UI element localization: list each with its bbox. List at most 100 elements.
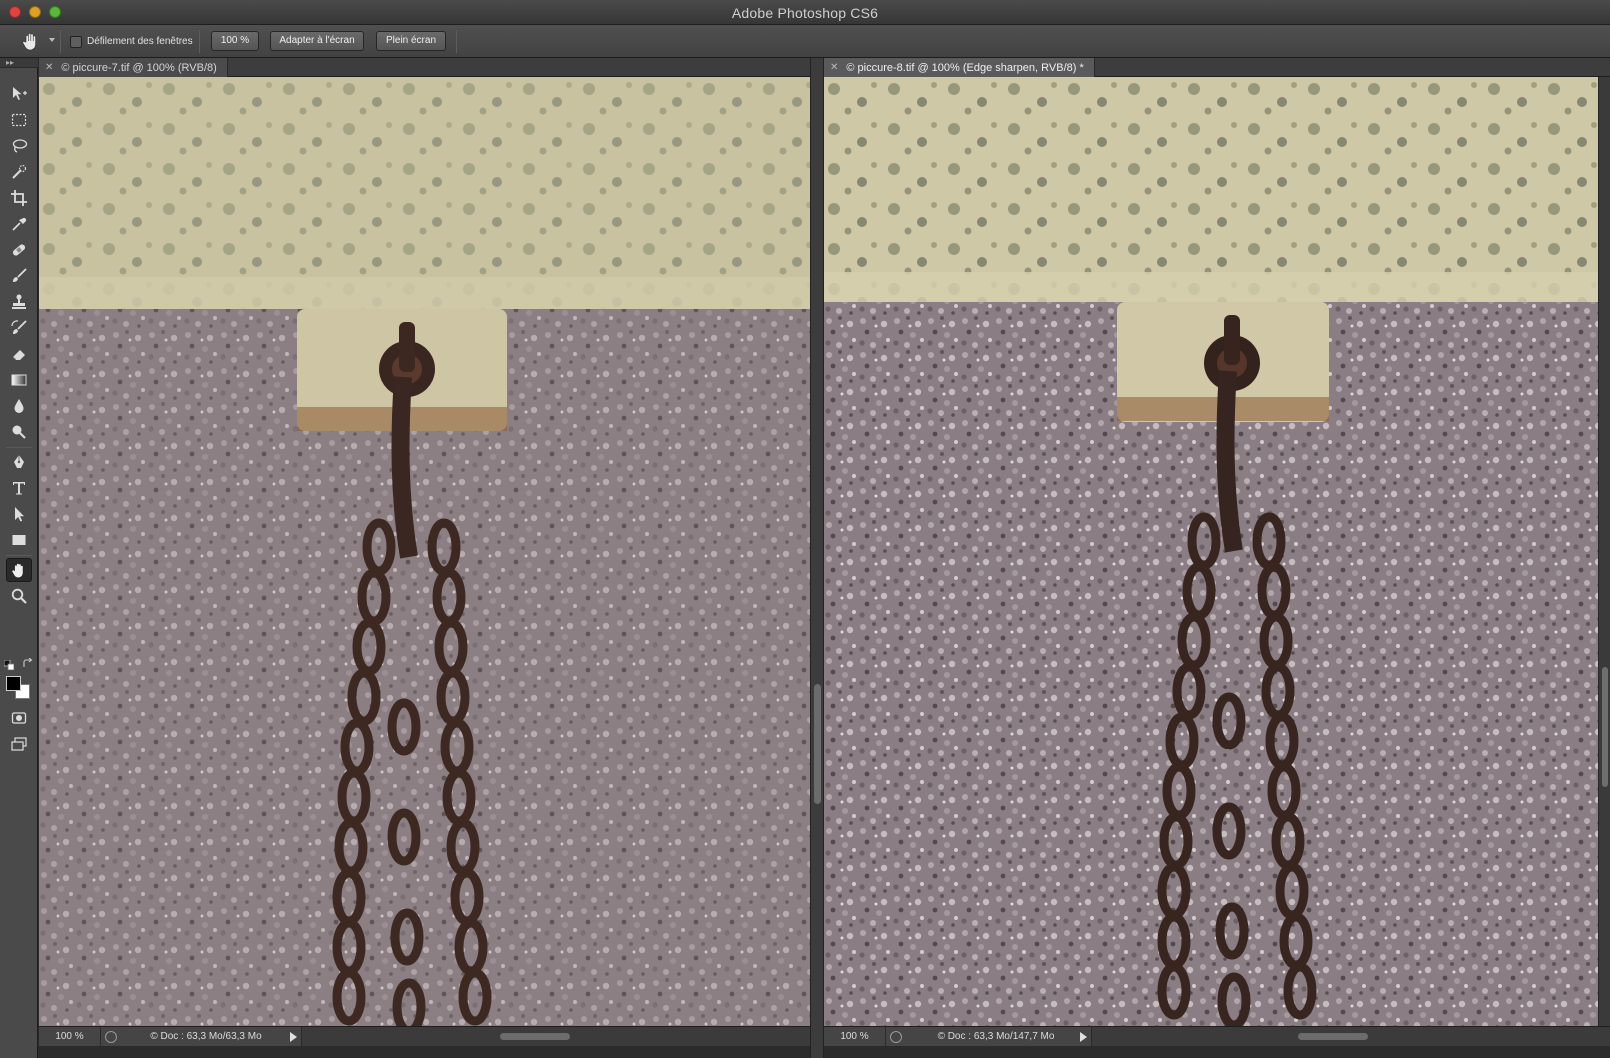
document-tab-title: © piccure-7.tif @ 100% (RVB/8) [61,61,217,74]
document-tab-title: © piccure-8.tif @ 100% (Edge sharpen, RV… [846,61,1084,74]
hand-icon [22,33,36,51]
options-bar: Défilement des fenêtres 100 % Adapter à … [0,25,1610,58]
app-title: Adobe Photoshop CS6 [731,5,879,21]
dodge-tool[interactable] [6,420,32,444]
horizontal-scrollbar[interactable] [1091,1027,1610,1046]
marquee-tool[interactable] [6,108,32,132]
healing-brush-tool[interactable] [6,238,32,262]
vertical-scrollbar[interactable] [1598,77,1610,1026]
gradient-tool[interactable] [6,368,32,392]
brush-icon [13,268,27,282]
stamp-icon [12,294,26,309]
info-icon [890,1031,902,1043]
path-selection-tool[interactable] [6,502,32,526]
document-size-info: © Doc : 63,3 Mo/147,7 Mo [937,1031,1055,1042]
eyedropper-tool[interactable] [6,212,32,236]
screen-mode-icon [11,737,27,751]
type-tool[interactable] [6,476,32,500]
status-menu-arrow-icon[interactable] [290,1032,297,1042]
crop-tool[interactable] [6,186,32,210]
foreground-color-swatch[interactable] [6,676,21,691]
document-size-info: © Doc : 63,3 Mo/63,3 Mo [150,1031,262,1042]
horizontal-scroll-thumb[interactable] [1298,1033,1368,1040]
options-divider [456,30,457,53]
move-tool[interactable] [6,82,32,106]
fill-screen-button[interactable]: Plein écran [376,31,446,51]
scroll-all-windows-label: Défilement des fenêtres [87,36,193,47]
photo-image [824,77,1598,1026]
move-icon [13,87,27,100]
quick-mask-button[interactable] [6,706,32,730]
horizontal-scrollbar[interactable] [301,1027,810,1046]
fit-screen-button[interactable]: Adapter à l'écran [270,31,364,51]
document-tab-piccure-7[interactable]: ✕ © piccure-7.tif @ 100% (RVB/8) [39,58,228,77]
vertical-scroll-thumb[interactable] [814,684,821,804]
image-canvas[interactable] [824,77,1598,1026]
document-window-left: ✕ © piccure-7.tif @ 100% (RVB/8) 100 % ©… [39,58,810,1058]
zoom-level-field[interactable]: 100 % [39,1027,101,1046]
scroll-all-windows-checkbox[interactable] [70,36,82,48]
window-bottom-edge [824,1046,1610,1058]
pen-tool[interactable] [6,450,32,474]
hand-icon [12,563,23,578]
document-window-right: ✕ © piccure-8.tif @ 100% (Edge sharpen, … [824,58,1610,1058]
vertical-scroll-thumb[interactable] [1602,667,1608,787]
tools-divider [6,447,32,448]
bandage-icon [12,244,26,256]
magnifier-icon [11,588,27,604]
zoom-level-field[interactable]: 100 % [824,1027,886,1046]
gradient-icon [11,374,27,386]
info-icon [105,1031,117,1043]
lasso-icon [12,139,28,153]
tools-panel: ▸▸ [0,58,38,1058]
blur-tool[interactable] [6,394,32,418]
chevron-down-icon[interactable] [49,38,55,42]
window-bottom-edge [39,1046,810,1058]
horizontal-scroll-thumb[interactable] [500,1033,570,1040]
dodge-icon [12,425,26,439]
quick-selection-icon [12,164,27,179]
tool-preset-picker[interactable] [20,30,42,52]
arrow-icon [15,507,24,522]
swap-colors-icon[interactable] [22,656,33,667]
type-icon [13,482,25,495]
history-brush-tool[interactable] [6,316,32,340]
image-canvas[interactable] [39,77,810,1026]
quick-mask-icon [11,712,27,724]
document-tab-piccure-8[interactable]: ✕ © piccure-8.tif @ 100% (Edge sharpen, … [824,58,1095,77]
rectangle-icon [12,535,26,545]
pen-icon [14,455,24,468]
close-icon[interactable]: ✕ [830,62,838,73]
collapse-icon: ▸▸ [6,58,15,67]
rect-marquee-icon [11,113,27,127]
close-icon[interactable]: ✕ [45,62,53,73]
drop-icon [14,399,24,413]
document-tabbar: ✕ © piccure-8.tif @ 100% (Edge sharpen, … [824,58,1610,77]
history-brush-icon [11,320,27,334]
photo-image [39,77,810,1026]
vertical-scrollbar[interactable] [810,58,824,1058]
quick-selection-tool[interactable] [6,160,32,184]
options-divider [60,30,61,53]
default-colors-icon[interactable] [3,657,15,671]
status-bar: 100 % © Doc : 63,3 Mo/147,7 Mo [824,1026,1610,1046]
zoom-tool[interactable] [6,584,32,608]
options-divider [199,30,200,53]
eyedropper-icon [12,217,27,231]
clone-stamp-tool[interactable] [6,290,32,314]
crop-icon [11,190,27,206]
tools-panel-header[interactable]: ▸▸ [0,58,38,68]
title-bar: Adobe Photoshop CS6 [0,0,1610,25]
tools-divider [6,555,32,556]
status-menu-arrow-icon[interactable] [1080,1032,1087,1042]
lasso-tool[interactable] [6,134,32,158]
screen-mode-button[interactable] [6,732,32,756]
document-tabbar: ✕ © piccure-7.tif @ 100% (RVB/8) [39,58,810,77]
hand-tool[interactable] [6,558,32,582]
eraser-tool[interactable] [6,342,32,366]
status-bar: 100 % © Doc : 63,3 Mo/63,3 Mo [39,1026,810,1046]
rectangle-tool[interactable] [6,528,32,552]
zoom-100-button[interactable]: 100 % [211,31,259,51]
eraser-icon [12,350,25,361]
brush-tool[interactable] [6,264,32,288]
